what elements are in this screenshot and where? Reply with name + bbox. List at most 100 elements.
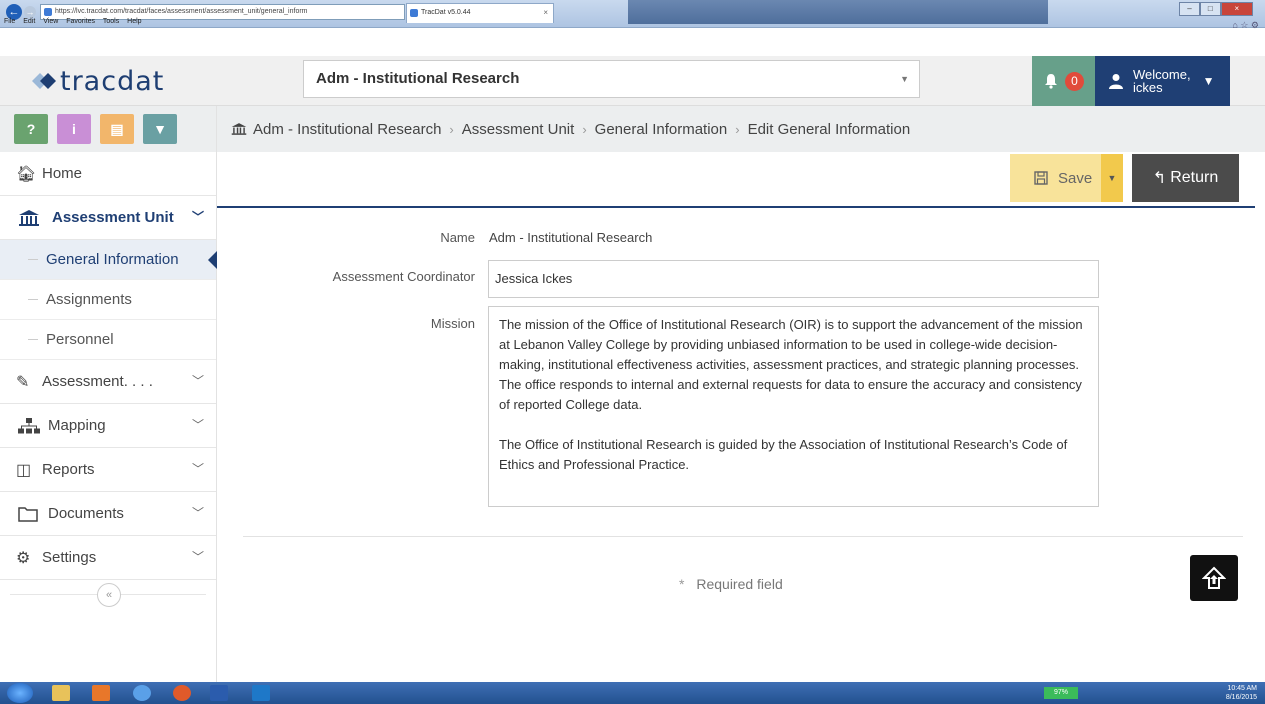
chrome-icon[interactable]	[173, 685, 191, 701]
home-icon[interactable]: ⌂	[1232, 20, 1237, 30]
sidebar-item-home[interactable]: 🏠︎ Home	[0, 152, 216, 196]
sidebar-item-settings[interactable]: ⚙ Settings ﹀	[0, 536, 216, 580]
sitemap-icon	[18, 417, 40, 433]
sidebar-subitem-label: Personnel	[46, 331, 114, 348]
sidebar-item-label: Settings	[42, 549, 97, 566]
chevron-right-icon: ›	[582, 121, 587, 137]
menu-edit[interactable]: Edit	[23, 18, 35, 25]
sidebar-item-label: Reports	[42, 461, 95, 478]
bank-icon	[231, 123, 247, 135]
close-window-icon[interactable]: ×	[1220, 2, 1253, 16]
floppy-disk-icon	[1034, 171, 1048, 185]
chevron-down-icon: ﹀	[191, 462, 204, 476]
menu-file[interactable]: File	[4, 18, 15, 25]
return-label: Return	[1170, 169, 1219, 186]
home-icon: 🏠︎	[16, 165, 37, 183]
coordinator-label: Assessment Coordinator	[332, 269, 475, 284]
user-icon	[1109, 74, 1123, 89]
windows-taskbar: 97% 10:45 AM 8/16/2015	[0, 682, 1265, 704]
window-controls: – □ ×	[1179, 2, 1253, 16]
chevron-down-icon: ﹀	[191, 418, 204, 432]
required-asterisk: *	[679, 576, 685, 592]
mission-label: Mission	[430, 316, 475, 331]
background-window	[628, 0, 1048, 24]
chevron-right-icon: ›	[449, 121, 454, 137]
action-bar: Save ▼ ↰ Return	[217, 152, 1255, 208]
breadcrumb-assessment-unit[interactable]: Assessment Unit	[462, 121, 575, 138]
gear-icon[interactable]: ⚙	[1251, 20, 1259, 30]
notifications-button[interactable]: 0	[1032, 56, 1095, 106]
sidebar-item-label: Documents	[48, 505, 124, 522]
sidebar-subitem-label: Assignments	[46, 291, 132, 308]
menu-view[interactable]: View	[43, 18, 58, 25]
sidebar-subitem-general-information[interactable]: General Information	[0, 240, 217, 280]
tab-title: TracDat v5.0.44	[421, 9, 471, 16]
mission-paragraph-2: The Office of Institutional Research is …	[499, 437, 1068, 472]
help-button[interactable]: ?	[14, 114, 48, 144]
chevron-down-icon: ﹀	[191, 506, 204, 520]
sidebar: ? i ▤ ▼ 🏠︎ Home Assessment Unit ﹀ Genera…	[0, 106, 217, 682]
info-button[interactable]: i	[57, 114, 91, 144]
outlook-icon[interactable]	[252, 685, 270, 701]
caret-down-icon: ▼	[1202, 74, 1215, 88]
gear-icon: ⚙	[16, 549, 31, 567]
folder-icon	[18, 506, 38, 522]
coordinator-field[interactable]: Jessica Ickes	[488, 260, 1099, 298]
save-options-dropdown[interactable]: ▼	[1101, 154, 1123, 202]
breadcrumb-unit[interactable]: Adm - Institutional Research	[253, 121, 441, 138]
system-clock[interactable]: 10:45 AM 8/16/2015	[1226, 684, 1257, 702]
start-button[interactable]	[7, 683, 33, 703]
sidebar-item-reports[interactable]: ◫ Reports ﹀	[0, 448, 216, 492]
pencil-icon: ✎	[16, 373, 30, 391]
star-icon[interactable]: ☆	[1240, 20, 1248, 30]
browser-toolbar: ← → https://lvc.tracdat.com/tracdat/face…	[0, 0, 1265, 28]
menu-help[interactable]: Help	[127, 18, 141, 25]
filter-button[interactable]: ▼	[143, 114, 177, 144]
sidebar-item-label: Mapping	[48, 417, 106, 434]
required-field-text: Required field	[696, 576, 783, 592]
menu-favorites[interactable]: Favorites	[66, 18, 95, 25]
form-divider	[243, 536, 1243, 537]
user-menu[interactable]: Welcome, ickes ▼	[1095, 56, 1230, 106]
browser-tab[interactable]: TracDat v5.0.44 ×	[406, 3, 554, 23]
file-explorer-icon[interactable]	[52, 685, 70, 701]
sidebar-subitem-label: General Information	[46, 251, 179, 268]
sidebar-item-assessment[interactable]: ✎ Assessment. . . . ﹀	[0, 360, 216, 404]
chevron-down-icon: ﹀	[191, 550, 204, 564]
minimize-icon[interactable]: –	[1179, 2, 1200, 16]
battery-indicator[interactable]: 97%	[1044, 687, 1078, 699]
collapse-sidebar-button[interactable]: «	[97, 583, 121, 607]
sidebar-item-documents[interactable]: Documents ﹀	[0, 492, 216, 536]
word-icon[interactable]	[210, 685, 228, 701]
clock-time: 10:45 AM	[1227, 685, 1257, 692]
sidebar-subitem-assignments[interactable]: Assignments	[0, 280, 216, 320]
chevron-down-icon: ▼	[900, 74, 909, 84]
breadcrumb-general-information[interactable]: General Information	[595, 121, 728, 138]
mission-paragraph-1: The mission of the Office of Institution…	[499, 317, 1083, 412]
forward-arrow-icon[interactable]: →	[24, 6, 36, 18]
return-button[interactable]: ↰ Return	[1132, 154, 1239, 202]
notes-button[interactable]: ▤	[100, 114, 134, 144]
chevron-right-icon: ›	[735, 121, 740, 137]
unit-select-value: Adm - Institutional Research	[316, 70, 520, 87]
close-tab-icon[interactable]: ×	[543, 4, 548, 22]
mission-textarea[interactable]: The mission of the Office of Institution…	[488, 306, 1099, 507]
sidebar-subitem-personnel[interactable]: Personnel	[0, 320, 216, 360]
tracdat-logo[interactable]: tracdat	[26, 65, 216, 97]
media-player-icon[interactable]	[92, 685, 110, 701]
tab-favicon-icon	[410, 9, 418, 17]
save-button[interactable]: Save	[1010, 154, 1101, 202]
required-field-note: * Required field	[679, 576, 783, 592]
assessment-unit-select[interactable]: Adm - Institutional Research ▼	[303, 60, 920, 98]
chevron-down-icon: ﹀	[191, 210, 204, 224]
sidebar-item-label: Home	[42, 165, 83, 182]
scroll-to-top-button[interactable]	[1190, 555, 1238, 601]
internet-explorer-icon[interactable]	[133, 685, 151, 701]
save-label: Save	[1058, 169, 1093, 187]
logo-text: tracdat	[60, 65, 165, 97]
maximize-icon[interactable]: □	[1199, 2, 1221, 16]
sidebar-item-mapping[interactable]: Mapping ﹀	[0, 404, 216, 448]
breadcrumb-current: Edit General Information	[747, 120, 911, 138]
menu-tools[interactable]: Tools	[103, 18, 119, 25]
sidebar-item-assessment-unit[interactable]: Assessment Unit ﹀	[0, 196, 216, 240]
